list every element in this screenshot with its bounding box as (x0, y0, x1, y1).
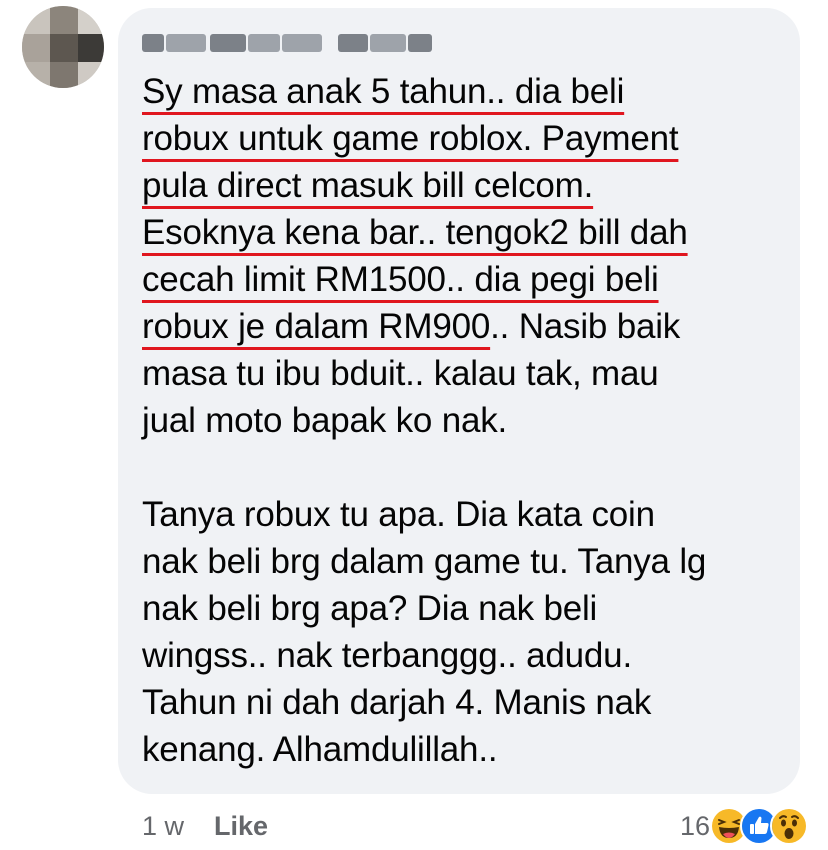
comment-line: masa tu ibu bduit.. kalau tak, mau (142, 354, 659, 393)
comment-line: robux je dalam RM900.. Nasib baik (142, 303, 782, 350)
comment-line: cecah limit RM1500.. dia pegi beli (142, 256, 782, 303)
comment-line: pula direct masuk bill celcom. (142, 162, 782, 209)
comment-line: Tanya robux tu apa. Dia kata coin (142, 495, 655, 534)
comment-line: Tahun ni dah darjah 4. Manis nak (142, 683, 652, 722)
timestamp[interactable]: 1 w (142, 811, 184, 842)
wow-icon (770, 807, 808, 845)
reaction-count[interactable]: 16 (680, 811, 710, 842)
comment-line: nak beli brg dalam game tu. Tanya lg (142, 542, 707, 581)
comment-line: Sy masa anak 5 tahun.. dia beli (142, 68, 782, 115)
highlighted-text: robux untuk game roblox. Payment (142, 119, 679, 158)
comment-line-text: .. Nasib baik (490, 307, 681, 346)
like-button[interactable]: Like (214, 811, 268, 842)
highlighted-text: Sy masa anak 5 tahun.. dia beli (142, 72, 625, 111)
comment-line: nak beli brg apa? Dia nak beli (142, 589, 598, 628)
comment-line: kenang. Alhamdulillah.. (142, 730, 498, 769)
highlighted-text: cecah limit RM1500.. dia pegi beli (142, 260, 659, 299)
comment-footer: 1 w Like (142, 808, 268, 844)
avatar[interactable] (22, 6, 104, 88)
comment-line: jual moto bapak ko nak. (142, 401, 508, 440)
highlighted-text: robux je dalam RM900 (142, 307, 491, 346)
comment-line: wingss.. nak terbanggg.. adudu. (142, 636, 632, 675)
comment-line: robux untuk game roblox. Payment (142, 115, 782, 162)
reactions-summary[interactable]: 16 (680, 804, 808, 848)
comment-author-name[interactable] (142, 30, 434, 56)
highlighted-text: pula direct masuk bill celcom. (142, 166, 594, 205)
comment-line: Esoknya kena bar.. tengok2 bill dah (142, 209, 782, 256)
highlighted-text: Esoknya kena bar.. tengok2 bill dah (142, 213, 688, 252)
comment-text: Sy masa anak 5 tahun.. dia beli robux un… (142, 68, 782, 773)
